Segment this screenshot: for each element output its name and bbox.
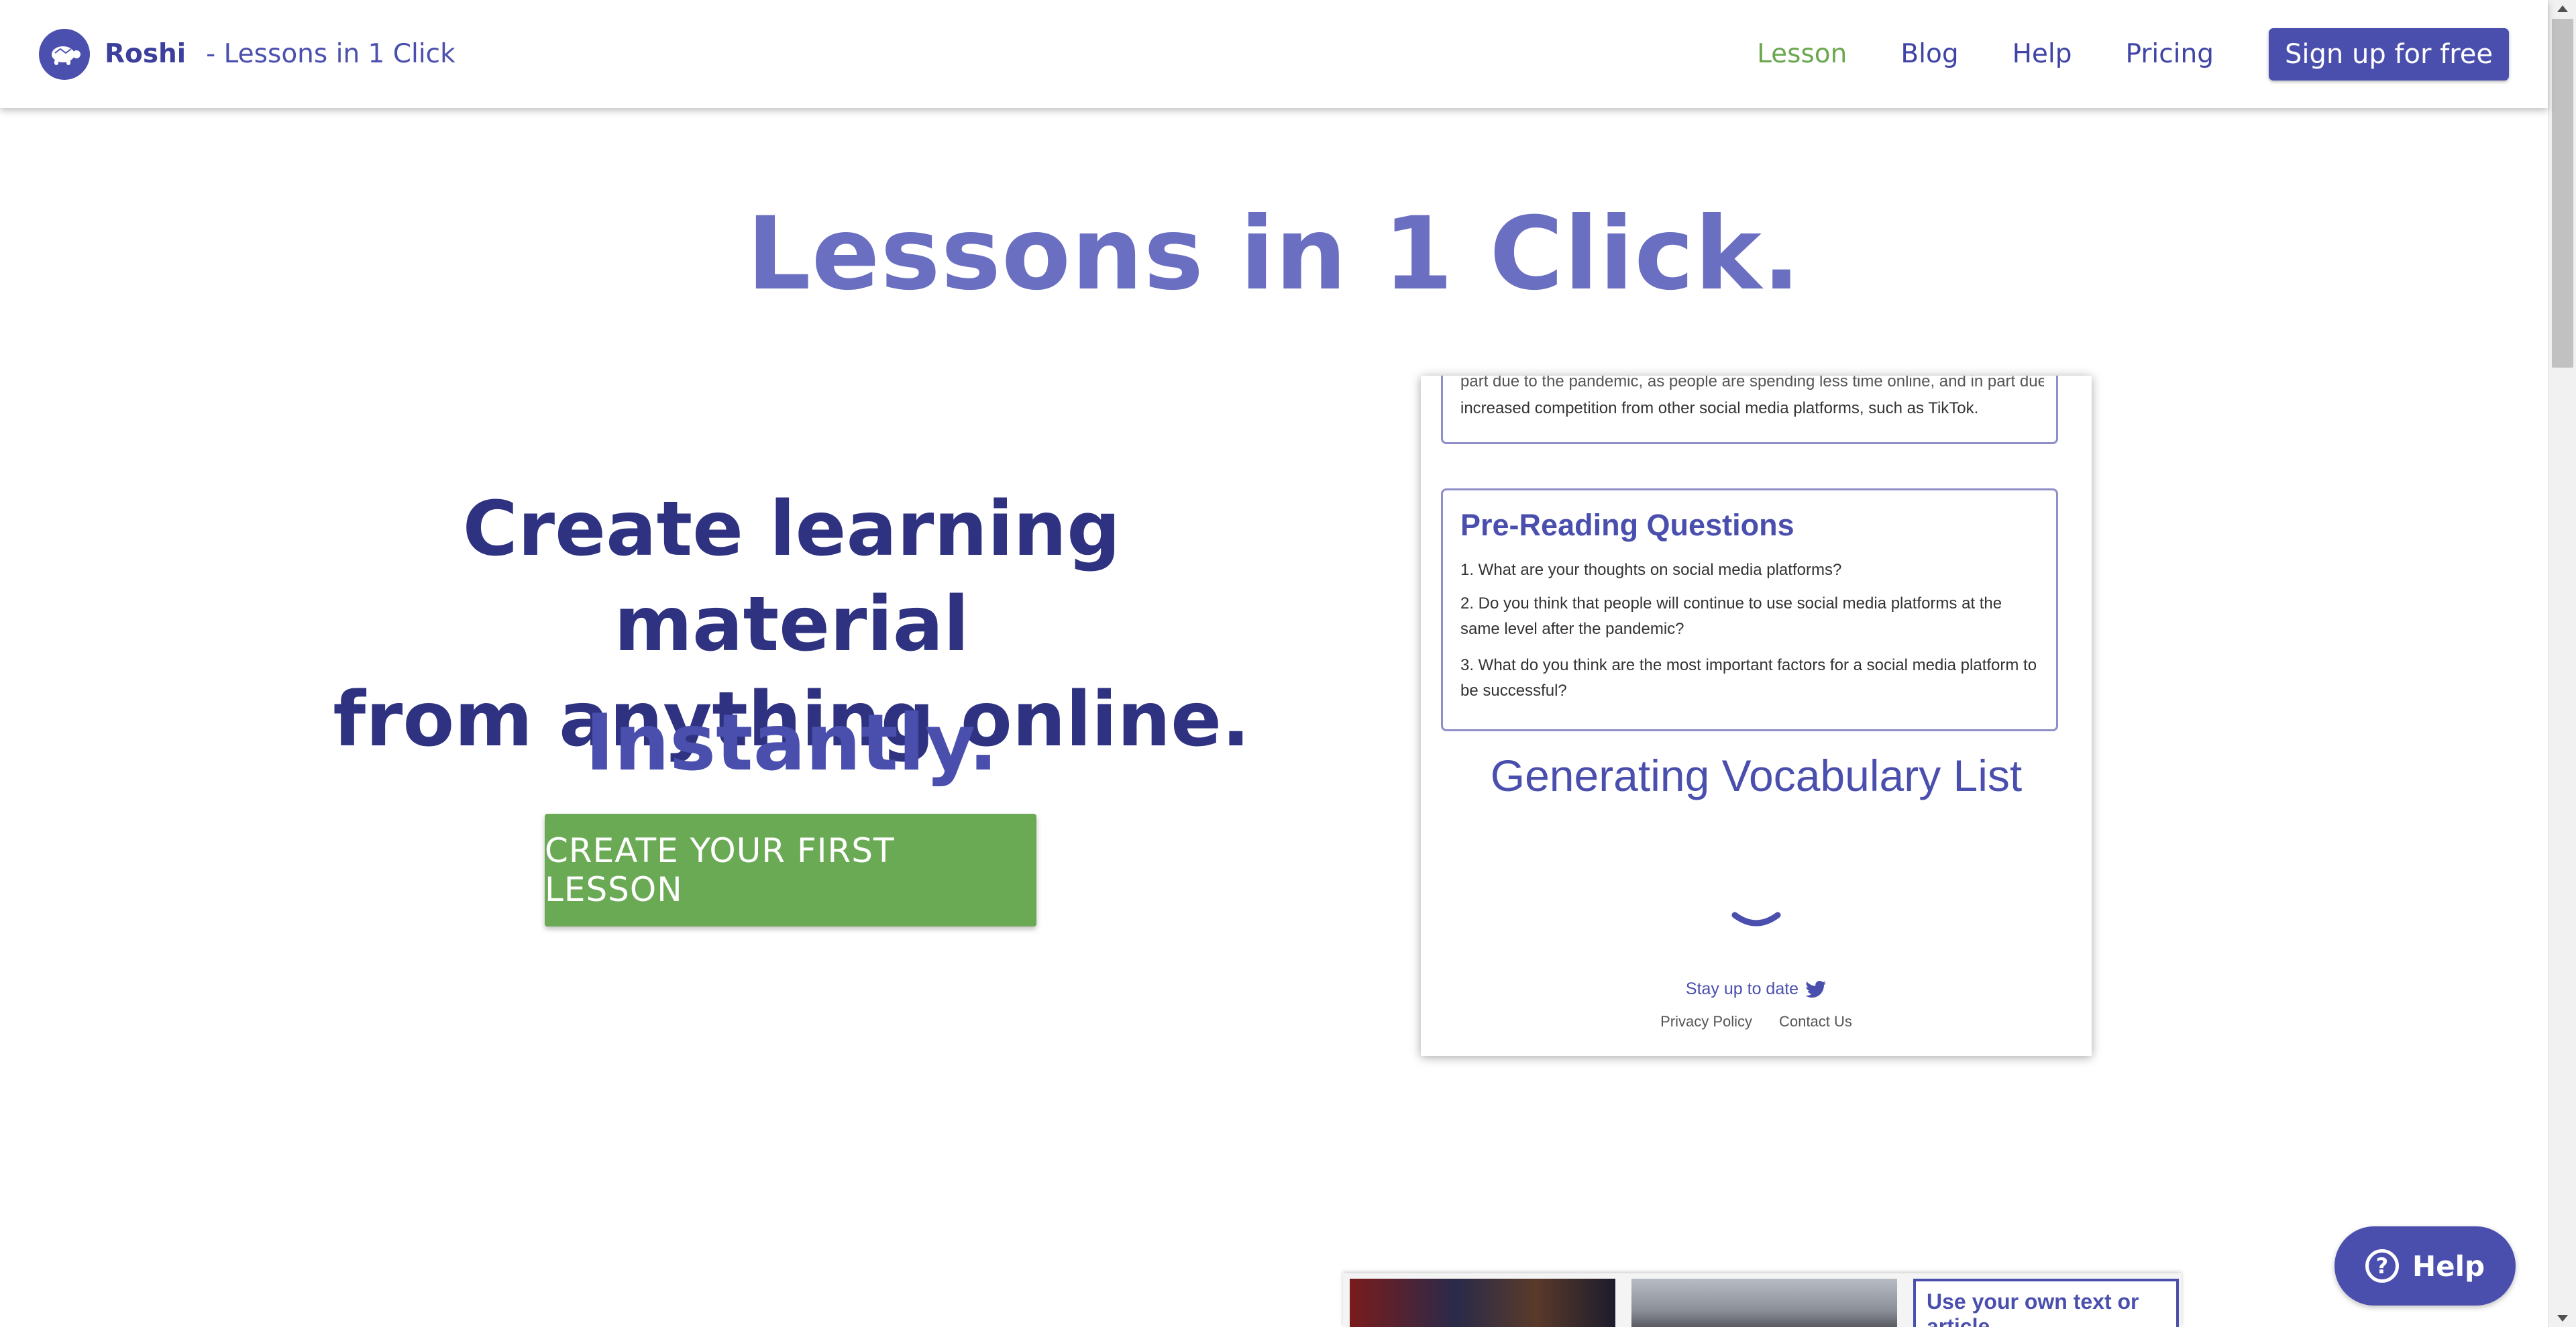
stay-up-to-date-label: Stay up to date (1685, 979, 1799, 998)
hero-title: Lessons in 1 Click. (747, 196, 1801, 313)
brand[interactable]: Roshi - Lessons in 1 Click (39, 28, 455, 80)
question-item: 3. What do you think are the most import… (1460, 656, 2037, 700)
nav-link-lesson[interactable]: Lesson (1757, 39, 1847, 69)
create-first-lesson-button[interactable]: CREATE YOUR FIRST LESSON (545, 814, 1036, 926)
twitter-icon[interactable] (1805, 980, 1827, 999)
pre-reading-title: Pre-Reading Questions (1460, 508, 1794, 542)
privacy-policy-link[interactable]: Privacy Policy (1660, 1013, 1752, 1030)
headline-line-1: Create learning material (462, 486, 1121, 668)
nav-link-blog[interactable]: Blog (1900, 39, 1958, 69)
sign-up-button[interactable]: Sign up for free (2269, 28, 2509, 81)
brand-tagline: - Lessons in 1 Click (206, 39, 455, 69)
contact-us-link[interactable]: Contact Us (1779, 1013, 1852, 1030)
stay-up-to-date[interactable]: Stay up to date (1421, 979, 2092, 999)
example-thumbnail[interactable] (1350, 1279, 1615, 1327)
example-thumbnail[interactable] (1631, 1279, 1897, 1327)
examples-strip: Use your own text or article (1343, 1273, 2182, 1327)
article-card: part due to the pandemic, as people are … (1441, 376, 2058, 444)
nav-link-help[interactable]: Help (2012, 39, 2072, 69)
pre-reading-questions-card: Pre-Reading Questions 1. What are your t… (1441, 488, 2058, 731)
article-cut-text: part due to the pandemic, as people are … (1460, 376, 2044, 390)
scroll-down-arrow-icon[interactable] (2557, 1315, 2568, 1322)
preview-footer-links: Privacy Policy Contact Us (1421, 1013, 2092, 1030)
loading-spinner-icon (1731, 912, 1781, 926)
article-text: increased competition from other social … (1460, 399, 1979, 417)
use-own-text-card[interactable]: Use your own text or article (1913, 1279, 2179, 1327)
brand-name: Roshi (105, 39, 186, 69)
nav-links: Lesson Blog Help Pricing Sign up for fre… (1703, 28, 2509, 81)
top-navbar: Roshi - Lessons in 1 Click Lesson Blog H… (0, 0, 2548, 108)
lesson-preview-panel: part due to the pandemic, as people are … (1421, 376, 2092, 1056)
scroll-up-arrow-icon[interactable] (2557, 5, 2568, 12)
page-scrollbar[interactable] (2548, 0, 2576, 1327)
question-mark-icon: ? (2365, 1249, 2399, 1283)
help-button-label: Help (2412, 1249, 2485, 1283)
question-item: 2. Do you think that people will continu… (1460, 594, 2002, 638)
scrollbar-thumb[interactable] (2552, 19, 2573, 368)
help-button[interactable]: ? Help (2334, 1226, 2516, 1306)
turtle-logo-icon (39, 28, 90, 80)
generating-vocabulary-title: Generating Vocabulary List (1490, 751, 2023, 800)
question-item: 1. What are your thoughts on social medi… (1460, 561, 1842, 579)
instantly-text: Instantly. (585, 698, 998, 788)
nav-link-pricing[interactable]: Pricing (2126, 39, 2214, 69)
